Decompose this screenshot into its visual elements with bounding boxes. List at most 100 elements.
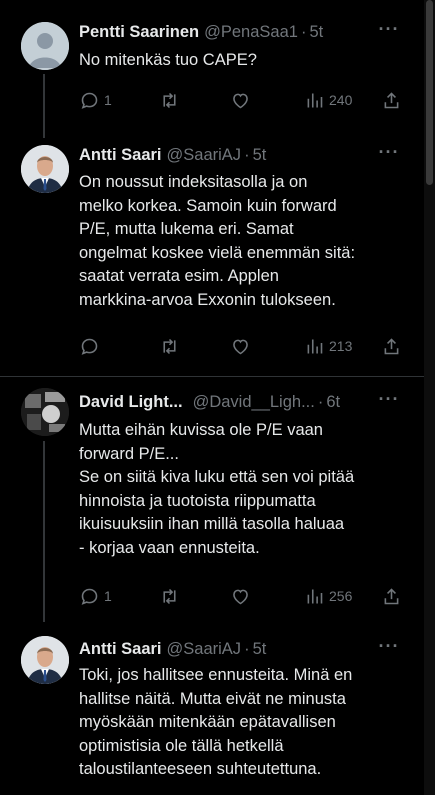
timestamp[interactable]: 6t bbox=[326, 393, 340, 412]
tweet-antti-saari-1[interactable]: Antti Saari @SaariAJ · 5t ··· On noussut… bbox=[0, 133, 424, 376]
scrollbar-thumb[interactable] bbox=[426, 0, 433, 185]
avatar-antti-saari[interactable] bbox=[21, 636, 69, 684]
tweet-line: ikuisuuksiin ihan millä tasolla haluaa bbox=[79, 515, 345, 533]
author-handle[interactable]: @David__Ligh... bbox=[193, 393, 315, 412]
reply-button[interactable]: 1 bbox=[79, 584, 112, 608]
author-handle[interactable]: @SaariAJ bbox=[167, 640, 242, 659]
more-options-icon[interactable]: ··· bbox=[377, 637, 401, 659]
tweet-line: saatat verrata esim. Applen bbox=[79, 267, 279, 285]
tweet-line: Toki, jos hallitsee ennusteita. Minä en bbox=[79, 666, 353, 684]
reply-button[interactable] bbox=[79, 334, 104, 358]
tweet-header: Antti Saari @SaariAJ · 5t bbox=[79, 145, 266, 165]
more-options-icon[interactable]: ··· bbox=[377, 390, 401, 412]
tweet-actions: 1 240 bbox=[79, 88, 404, 112]
like-button[interactable] bbox=[230, 334, 251, 358]
tweet-line: myöskään mitenkään epätavallisen bbox=[79, 713, 336, 731]
tweet-header: Pentti Saarinen @PenaSaa1 · 5t bbox=[79, 22, 323, 42]
tweet-line: markkina-arvoa Exxonin tulokseen. bbox=[79, 290, 336, 309]
retweet-icon bbox=[163, 338, 176, 354]
tweet-line: No mitenkäs tuo CAPE? bbox=[79, 51, 257, 69]
retweet-icon bbox=[163, 92, 176, 108]
tweet-actions: 1 256 bbox=[79, 584, 404, 608]
more-options-icon[interactable]: ··· bbox=[377, 143, 401, 165]
retweet-button[interactable] bbox=[159, 334, 180, 358]
thread-connector bbox=[43, 441, 45, 622]
profile-photo bbox=[21, 636, 69, 684]
heart-icon bbox=[233, 339, 248, 354]
default-profile-icon bbox=[21, 22, 69, 70]
reply-icon bbox=[81, 92, 98, 109]
author-name[interactable]: Pentti Saarinen bbox=[79, 23, 199, 42]
retweet-button[interactable] bbox=[159, 88, 180, 112]
tweet-line: ongelmat koskee vielä enemmän sitä: bbox=[79, 243, 356, 262]
author-name[interactable]: Antti Saari bbox=[79, 146, 162, 165]
tweet-text: No mitenkäs tuo CAPE? bbox=[79, 49, 409, 73]
share-icon bbox=[384, 587, 399, 604]
heart-icon bbox=[233, 93, 248, 108]
separator-dot: · bbox=[300, 22, 307, 41]
tweet-line: optimistisia ole tällä hetkellä bbox=[79, 736, 284, 755]
reply-count: 1 bbox=[104, 92, 112, 108]
views-count: 240 bbox=[329, 92, 353, 108]
avatar-david-light[interactable] bbox=[21, 388, 69, 436]
tweet-line: On noussut indeksitasolla ja on bbox=[79, 173, 308, 191]
more-options-icon[interactable]: ··· bbox=[377, 20, 401, 42]
reply-icon bbox=[81, 588, 98, 605]
timestamp[interactable]: 5t bbox=[253, 640, 267, 659]
retweet-button[interactable] bbox=[159, 584, 180, 608]
retweet-icon bbox=[163, 588, 176, 604]
tweet-line: - korjaa vaan ennusteita. bbox=[79, 538, 260, 557]
views-count: 213 bbox=[329, 338, 353, 354]
author-name[interactable]: Antti Saari bbox=[79, 640, 162, 659]
tweet-line: Mutta eihän kuvissa ole P/E vaan bbox=[79, 421, 323, 439]
views-icon bbox=[307, 589, 323, 603]
avatar-antti-saari[interactable] bbox=[21, 145, 69, 193]
share-icon bbox=[384, 91, 399, 108]
profile-photo bbox=[21, 145, 69, 193]
tweet-david-light[interactable]: David Light... @David__Ligh... · 6t ··· … bbox=[0, 377, 424, 622]
tweet-text: Toki, jos hallitsee ennusteita. Minä en … bbox=[79, 664, 409, 782]
views-icon bbox=[307, 93, 323, 107]
like-button[interactable] bbox=[230, 88, 251, 112]
separator-dot: · bbox=[244, 145, 250, 164]
separator-dot: · bbox=[317, 392, 324, 411]
author-name[interactable]: David Light... bbox=[79, 393, 183, 412]
tweet-pentti-saarinen[interactable]: Pentti Saarinen @PenaSaa1 · 5t ··· No mi… bbox=[0, 0, 424, 138]
tweet-line: P/E, mutta lukema eri. Samat bbox=[79, 220, 294, 238]
profile-photo bbox=[21, 388, 69, 436]
share-button[interactable] bbox=[381, 334, 402, 358]
separator-dot: · bbox=[244, 639, 250, 658]
share-button[interactable] bbox=[381, 88, 402, 112]
tweet-line: hinnoista ja tuotoista riippumatta bbox=[79, 491, 316, 510]
reply-icon bbox=[81, 338, 98, 355]
author-handle[interactable]: @SaariAJ bbox=[167, 146, 242, 165]
views-button[interactable]: 240 bbox=[304, 88, 352, 112]
avatar-default[interactable] bbox=[21, 22, 69, 70]
tweet-header: David Light... @David__Ligh... · 6t bbox=[79, 392, 340, 412]
tweet-line: hallitse näitä. Mutta eivät ne minusta bbox=[79, 689, 346, 708]
views-button[interactable]: 256 bbox=[304, 584, 352, 608]
views-count: 256 bbox=[329, 588, 353, 604]
share-button[interactable] bbox=[381, 584, 402, 608]
scrollbar-track[interactable] bbox=[424, 0, 435, 795]
share-icon bbox=[384, 337, 399, 354]
heart-icon bbox=[233, 589, 248, 604]
author-handle[interactable]: @PenaSaa1 bbox=[204, 23, 298, 42]
timestamp[interactable]: 5t bbox=[253, 146, 267, 165]
tweet-text: Mutta eihän kuvissa ole P/E vaan forward… bbox=[79, 419, 409, 560]
tweet-actions: 213 bbox=[79, 334, 404, 358]
tweet-header: Antti Saari @SaariAJ · 5t bbox=[79, 639, 266, 659]
tweet-line: Se on siitä kiva luku että sen voi pitää bbox=[79, 468, 355, 486]
reply-button[interactable]: 1 bbox=[79, 88, 112, 112]
tweet-line: taloustilanteeseen suhteutettuna. bbox=[79, 760, 322, 778]
tweet-text: On noussut indeksitasolla ja on melko ko… bbox=[79, 171, 409, 312]
like-button[interactable] bbox=[230, 584, 251, 608]
tweet-line: melko korkea. Samoin kuin forward bbox=[79, 196, 337, 215]
tweet-line: forward P/E... bbox=[79, 444, 179, 463]
timestamp[interactable]: 5t bbox=[309, 23, 323, 42]
reply-count: 1 bbox=[104, 588, 112, 604]
tweet-antti-saari-2[interactable]: Antti Saari @SaariAJ · 5t ··· Toki, jos … bbox=[0, 622, 424, 795]
thread-connector bbox=[43, 74, 45, 138]
views-icon bbox=[307, 339, 323, 353]
views-button[interactable]: 213 bbox=[304, 334, 352, 358]
